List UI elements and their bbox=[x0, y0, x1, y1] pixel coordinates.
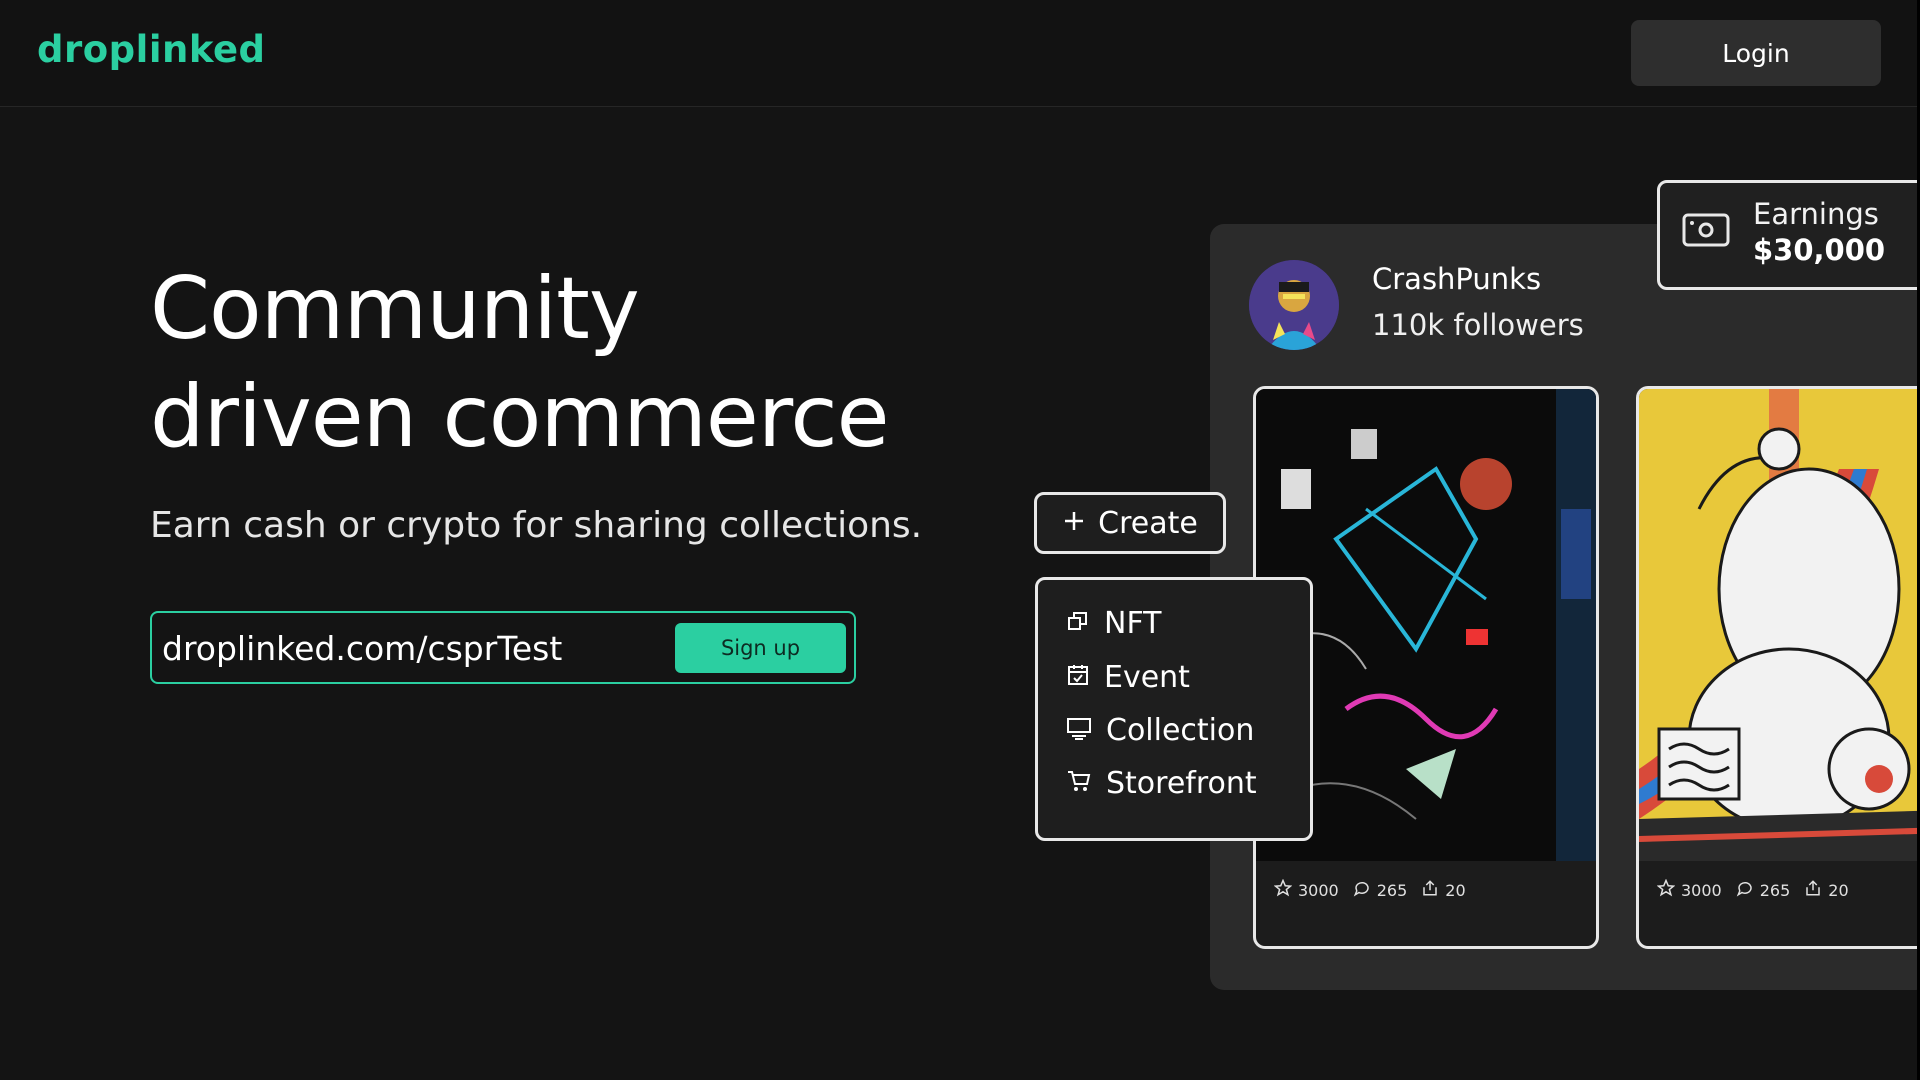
signup-form: Sign up bbox=[150, 611, 856, 684]
hero-title: Community driven commerce bbox=[150, 255, 890, 471]
likes-count: 3000 bbox=[1298, 880, 1339, 900]
login-button[interactable]: Login bbox=[1631, 20, 1881, 86]
profile-name: CrashPunks bbox=[1372, 262, 1542, 296]
menu-item-nft[interactable]: NFT bbox=[1066, 606, 1162, 641]
card-stats: 3000 265 20 bbox=[1656, 878, 1849, 901]
card-stats: 3000 265 20 bbox=[1273, 878, 1466, 901]
comment-icon[interactable] bbox=[1353, 879, 1371, 901]
create-label: Create bbox=[1098, 505, 1198, 541]
menu-item-label: Collection bbox=[1106, 713, 1255, 748]
share-icon[interactable] bbox=[1804, 879, 1822, 901]
menu-item-collection[interactable]: Collection bbox=[1066, 713, 1254, 748]
share-icon[interactable] bbox=[1421, 879, 1439, 901]
comments-count: 265 bbox=[1376, 880, 1408, 900]
menu-item-event[interactable]: Event bbox=[1066, 660, 1190, 695]
shares-count: 20 bbox=[1445, 880, 1466, 900]
signup-button[interactable]: Sign up bbox=[675, 623, 846, 673]
menu-item-label: NFT bbox=[1104, 606, 1162, 641]
create-button[interactable]: Create bbox=[1034, 492, 1226, 554]
earnings-value: $30,000 bbox=[1753, 233, 1886, 267]
cash-icon bbox=[1682, 213, 1730, 251]
logo[interactable]: droplinked bbox=[37, 28, 266, 71]
monitor-icon bbox=[1066, 713, 1092, 748]
profile-followers: 110k followers bbox=[1372, 308, 1584, 342]
hero-title-line-1: Community bbox=[150, 259, 640, 359]
star-icon[interactable] bbox=[1273, 878, 1293, 901]
menu-item-label: Storefront bbox=[1106, 766, 1257, 801]
avatar bbox=[1249, 260, 1339, 350]
star-icon[interactable] bbox=[1656, 878, 1676, 901]
hero-subtitle: Earn cash or crypto for sharing collecti… bbox=[150, 505, 923, 546]
hero-title-line-2: driven commerce bbox=[150, 367, 890, 467]
menu-item-storefront[interactable]: Storefront bbox=[1066, 766, 1257, 801]
menu-item-label: Event bbox=[1104, 660, 1190, 695]
comments-count: 265 bbox=[1759, 880, 1791, 900]
cart-icon bbox=[1066, 766, 1092, 801]
card-image bbox=[1639, 389, 1920, 861]
calendar-check-icon bbox=[1066, 660, 1090, 695]
copy-icon bbox=[1066, 606, 1090, 641]
earnings-card: Earnings $30,000 bbox=[1657, 180, 1920, 290]
earnings-label: Earnings bbox=[1753, 197, 1879, 231]
top-bar: droplinked Login bbox=[0, 0, 1920, 107]
comment-icon[interactable] bbox=[1736, 879, 1754, 901]
username-input[interactable] bbox=[162, 623, 682, 673]
shares-count: 20 bbox=[1828, 880, 1849, 900]
collection-card[interactable]: 3000 265 20 bbox=[1636, 386, 1920, 949]
likes-count: 3000 bbox=[1681, 880, 1722, 900]
plus-icon bbox=[1062, 506, 1086, 541]
create-menu: NFT Event Collection Storefront bbox=[1035, 577, 1313, 841]
